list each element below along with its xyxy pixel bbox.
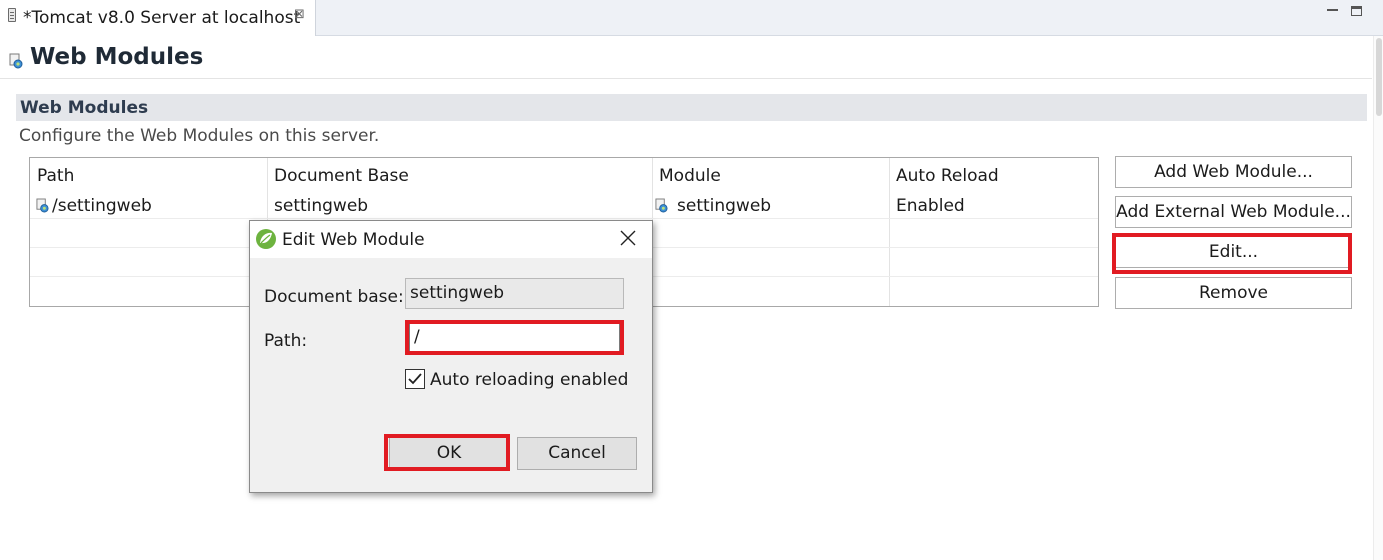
column-divider[interactable]	[889, 158, 890, 306]
spring-leaf-icon	[256, 229, 276, 249]
minimize-icon[interactable]	[1327, 9, 1338, 12]
header-divider	[0, 78, 1372, 79]
cell-path: /settingweb	[52, 196, 152, 216]
auto-reload-checkbox[interactable]	[405, 369, 425, 389]
vertical-scrollbar[interactable]	[1373, 36, 1383, 560]
column-header-module[interactable]: Module	[659, 166, 721, 186]
document-base-field: settingweb	[405, 278, 624, 309]
editor-tab[interactable]: *Tomcat v8.0 Server at localhost ⊠	[0, 0, 316, 36]
edit-web-module-dialog: Edit Web Module Document base: settingwe…	[249, 220, 653, 493]
cancel-button[interactable]: Cancel	[517, 437, 637, 470]
web-module-icon	[655, 198, 668, 213]
path-label: Path:	[264, 331, 308, 351]
close-icon[interactable]	[617, 227, 639, 249]
section-description: Configure the Web Modules on this server…	[19, 126, 380, 146]
add-web-module-button[interactable]: Add Web Module...	[1115, 156, 1352, 188]
dialog-title: Edit Web Module	[282, 230, 425, 250]
cell-module: settingweb	[677, 196, 772, 216]
tab-strip	[316, 0, 1383, 36]
close-icon[interactable]: ⊠	[294, 7, 305, 22]
checkmark-icon	[408, 373, 422, 385]
maximize-icon[interactable]	[1351, 6, 1362, 16]
cell-document-base: settingweb	[274, 196, 369, 216]
scrollbar-thumb[interactable]	[1376, 38, 1382, 116]
web-module-icon	[9, 53, 23, 69]
column-header-auto-reload[interactable]: Auto Reload	[896, 166, 999, 186]
section-title: Web Modules	[20, 98, 149, 118]
cell-auto-reload: Enabled	[896, 196, 965, 216]
section-header: Web Modules	[16, 94, 1367, 121]
server-editor: *Tomcat v8.0 Server at localhost ⊠ Web M…	[0, 0, 1383, 560]
remove-button[interactable]: Remove	[1115, 277, 1352, 309]
auto-reload-label[interactable]: Auto reloading enabled	[430, 370, 628, 390]
ok-button-highlight	[384, 434, 510, 471]
dialog-titlebar[interactable]: Edit Web Module	[250, 221, 652, 258]
path-input-highlight	[405, 320, 624, 355]
editor-tab-bar: *Tomcat v8.0 Server at localhost ⊠	[0, 0, 1383, 36]
column-header-path[interactable]: Path	[37, 166, 74, 186]
column-header-document-base[interactable]: Document Base	[274, 166, 409, 186]
row-divider	[30, 218, 1098, 219]
editor-title: Web Modules	[30, 44, 204, 70]
web-module-icon	[36, 198, 49, 213]
document-base-label: Document base:	[264, 287, 404, 307]
add-external-web-module-button[interactable]: Add External Web Module...	[1115, 196, 1352, 228]
server-file-icon	[8, 8, 16, 22]
edit-button-highlight	[1112, 233, 1352, 274]
tab-title: *Tomcat v8.0 Server at localhost	[23, 8, 301, 28]
